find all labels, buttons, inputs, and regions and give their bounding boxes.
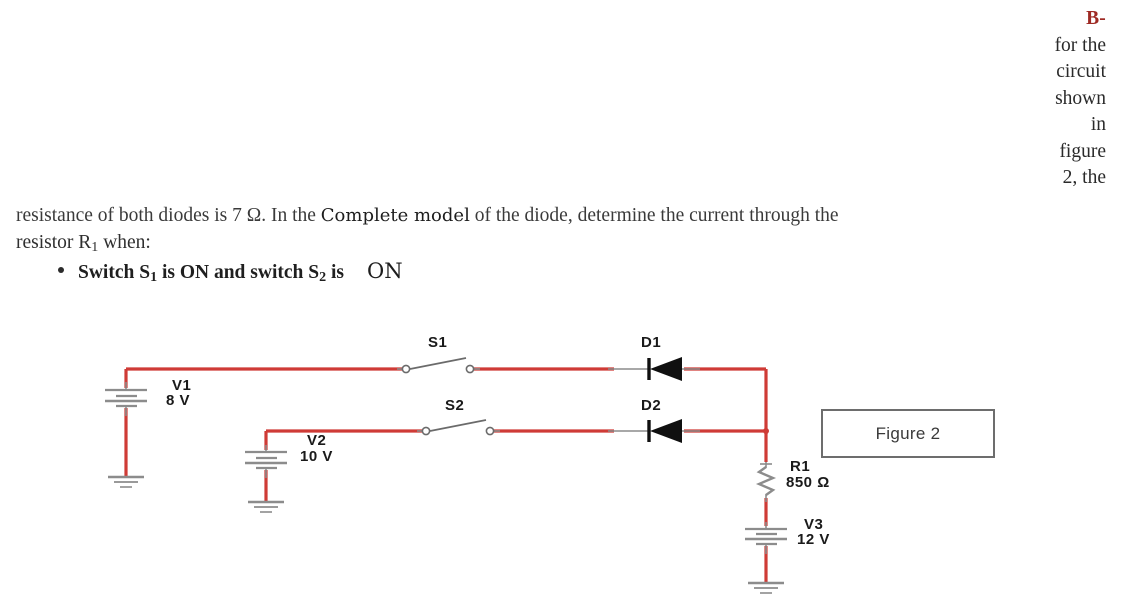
switch-symbol-s1[interactable] [401,357,475,374]
switch-s1-terminal-right [465,364,475,374]
section-label-b: B- [1086,8,1106,29]
ground-symbol-v1 [108,475,144,488]
circuit-diagram: V1 8 V V2 10 V S1 S2 D1 D2 R1 850 Ω V3 1… [0,330,1124,595]
paragraph-text-before-insert: resistance of both diodes is 7 Ω. In the [16,205,321,226]
right-margin-text-block: B- for the circuit shown in figure 2, th… [994,6,1106,192]
diode-symbol-d2 [647,419,682,443]
right-margin-line-3: shown [1055,87,1106,109]
label-d1: D1 [641,334,661,351]
right-margin-line-5: figure [1059,140,1106,162]
right-margin-line-6: 2, the [1062,167,1106,188]
label-v2-name: V2 [307,432,326,449]
switch-symbol-s2[interactable] [421,419,495,436]
ground-symbol-v2 [248,500,284,513]
ground-symbol-v3 [748,581,784,594]
battery-symbol-v3 [745,527,787,546]
label-v1-value: 8 V [166,392,190,409]
right-margin-line-4: in [1090,114,1106,135]
question-paragraph-line-1: resistance of both diodes is 7 Ω. In the… [16,203,1096,230]
paragraph-line2-suffix: when: [98,232,151,253]
battery-symbol-v2 [245,450,287,470]
bullet-text-part-3: is [326,262,344,283]
diode-symbol-d1 [647,357,682,381]
inserted-text-complete-model: Complete model [320,205,470,226]
battery-symbol-v1 [105,388,147,408]
label-v2-value: 10 V [300,448,333,465]
resistor-r1-zigzag [755,466,777,496]
figure-caption-label: Figure 2 [875,423,941,443]
switch-s1-terminal-left [401,364,411,374]
bullet-item-text: Switch S1 is ON and switch S2 is [78,262,344,286]
figure-caption-box: Figure 2 [821,409,995,458]
label-r1-value: 850 Ω [786,474,830,491]
diode-d1-triangle [650,357,682,381]
bullet-dot-icon [58,267,64,273]
inserted-text-on: ON [366,259,403,283]
junction-dot-bus [763,428,769,434]
label-s1: S1 [428,334,447,351]
label-r1-name: R1 [790,458,810,475]
bullet-text-part-1: Switch S [78,262,151,283]
bullet-text-part-2: is ON and switch S [157,262,320,283]
switch-s2-terminal-right [485,426,495,436]
label-s2: S2 [445,397,464,414]
bullet-list-item-switch-states: Switch S1 is ON and switch S2 is ON [58,259,403,286]
right-margin-line-1: for the [1054,34,1106,56]
paragraph-line2-prefix: resistor R [16,232,92,253]
resistor-symbol-r1 [755,463,777,496]
switch-s2-terminal-left [421,426,431,436]
label-d2: D2 [641,397,661,414]
paragraph-text-after-insert: of the diode, determine the current thro… [469,205,839,226]
question-paragraph-line-2: resistor R1 when: [16,230,151,261]
right-margin-line-2: circuit [1056,61,1106,82]
label-v3-value: 12 V [797,531,830,548]
diode-d2-triangle [650,419,682,443]
